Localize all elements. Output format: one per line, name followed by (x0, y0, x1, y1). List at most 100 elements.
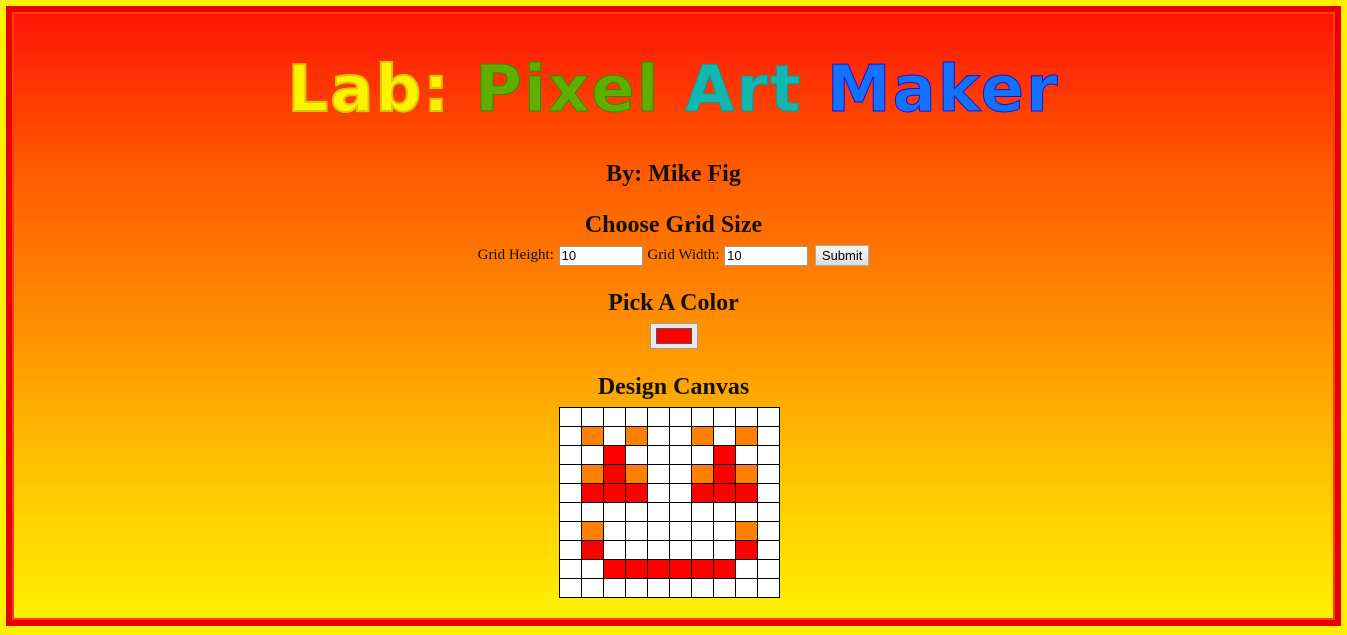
canvas-cell[interactable] (603, 559, 626, 579)
canvas-cell[interactable] (559, 483, 582, 503)
canvas-cell[interactable] (625, 464, 648, 484)
canvas-cell[interactable] (713, 407, 736, 427)
canvas-cell[interactable] (691, 559, 714, 579)
canvas-cell[interactable] (603, 578, 626, 598)
canvas-cell[interactable] (559, 540, 582, 560)
canvas-cell[interactable] (559, 559, 582, 579)
canvas-cell[interactable] (691, 483, 714, 503)
canvas-cell[interactable] (713, 483, 736, 503)
canvas-cell[interactable] (625, 407, 648, 427)
canvas-cell[interactable] (625, 559, 648, 579)
canvas-cell[interactable] (713, 502, 736, 522)
canvas-cell[interactable] (581, 464, 604, 484)
canvas-cell[interactable] (581, 540, 604, 560)
canvas-cell[interactable] (625, 578, 648, 598)
canvas-cell[interactable] (581, 426, 604, 446)
canvas-cell[interactable] (559, 521, 582, 541)
canvas-cell[interactable] (647, 483, 670, 503)
canvas-cell[interactable] (735, 445, 758, 465)
canvas-cell[interactable] (757, 407, 780, 427)
canvas-cell[interactable] (669, 445, 692, 465)
grid-height-input[interactable] (558, 245, 643, 266)
canvas-cell[interactable] (603, 502, 626, 522)
canvas-cell[interactable] (647, 578, 670, 598)
canvas-cell[interactable] (559, 502, 582, 522)
canvas-cell[interactable] (691, 407, 714, 427)
canvas-cell[interactable] (625, 540, 648, 560)
canvas-cell[interactable] (757, 445, 780, 465)
canvas-cell[interactable] (669, 483, 692, 503)
canvas-cell[interactable] (757, 502, 780, 522)
canvas-cell[interactable] (691, 578, 714, 598)
canvas-cell[interactable] (757, 559, 780, 579)
canvas-cell[interactable] (581, 445, 604, 465)
canvas-cell[interactable] (713, 464, 736, 484)
canvas-cell[interactable] (625, 521, 648, 541)
canvas-cell[interactable] (647, 502, 670, 522)
canvas-cell[interactable] (581, 502, 604, 522)
canvas-cell[interactable] (603, 483, 626, 503)
canvas-cell[interactable] (559, 445, 582, 465)
canvas-cell[interactable] (581, 559, 604, 579)
canvas-cell[interactable] (735, 559, 758, 579)
canvas-cell[interactable] (757, 521, 780, 541)
canvas-cell[interactable] (691, 464, 714, 484)
canvas-cell[interactable] (625, 483, 648, 503)
canvas-cell[interactable] (735, 540, 758, 560)
canvas-cell[interactable] (757, 540, 780, 560)
color-picker-input[interactable] (650, 323, 698, 349)
submit-button[interactable]: Submit (814, 245, 870, 267)
canvas-cell[interactable] (669, 540, 692, 560)
canvas-cell[interactable] (691, 426, 714, 446)
canvas-cell[interactable] (647, 540, 670, 560)
canvas-cell[interactable] (735, 483, 758, 503)
canvas-cell[interactable] (647, 426, 670, 446)
canvas-cell[interactable] (647, 559, 670, 579)
canvas-cell[interactable] (559, 407, 582, 427)
canvas-cell[interactable] (691, 521, 714, 541)
canvas-cell[interactable] (647, 407, 670, 427)
canvas-cell[interactable] (669, 578, 692, 598)
canvas-cell[interactable] (757, 464, 780, 484)
canvas-cell[interactable] (669, 426, 692, 446)
canvas-cell[interactable] (647, 464, 670, 484)
canvas-cell[interactable] (625, 445, 648, 465)
canvas-cell[interactable] (647, 445, 670, 465)
canvas-cell[interactable] (713, 521, 736, 541)
canvas-cell[interactable] (581, 407, 604, 427)
canvas-cell[interactable] (581, 521, 604, 541)
canvas-cell[interactable] (757, 426, 780, 446)
canvas-cell[interactable] (669, 521, 692, 541)
canvas-cell[interactable] (669, 502, 692, 522)
canvas-cell[interactable] (735, 578, 758, 598)
canvas-cell[interactable] (735, 521, 758, 541)
canvas-cell[interactable] (669, 559, 692, 579)
canvas-cell[interactable] (691, 445, 714, 465)
canvas-cell[interactable] (735, 502, 758, 522)
canvas-cell[interactable] (581, 483, 604, 503)
canvas-cell[interactable] (757, 578, 780, 598)
canvas-cell[interactable] (713, 578, 736, 598)
canvas-cell[interactable] (691, 502, 714, 522)
canvas-cell[interactable] (603, 464, 626, 484)
canvas-cell[interactable] (625, 426, 648, 446)
canvas-cell[interactable] (735, 407, 758, 427)
canvas-cell[interactable] (625, 502, 648, 522)
canvas-cell[interactable] (603, 445, 626, 465)
canvas-cell[interactable] (735, 464, 758, 484)
canvas-cell[interactable] (757, 483, 780, 503)
canvas-cell[interactable] (559, 464, 582, 484)
canvas-cell[interactable] (691, 540, 714, 560)
canvas-cell[interactable] (559, 578, 582, 598)
canvas-cell[interactable] (713, 445, 736, 465)
canvas-cell[interactable] (713, 426, 736, 446)
canvas-cell[interactable] (647, 521, 670, 541)
canvas-cell[interactable] (669, 464, 692, 484)
canvas-cell[interactable] (603, 426, 626, 446)
canvas-cell[interactable] (603, 540, 626, 560)
canvas-cell[interactable] (713, 559, 736, 579)
canvas-cell[interactable] (713, 540, 736, 560)
canvas-cell[interactable] (735, 426, 758, 446)
canvas-cell[interactable] (669, 407, 692, 427)
canvas-cell[interactable] (603, 521, 626, 541)
